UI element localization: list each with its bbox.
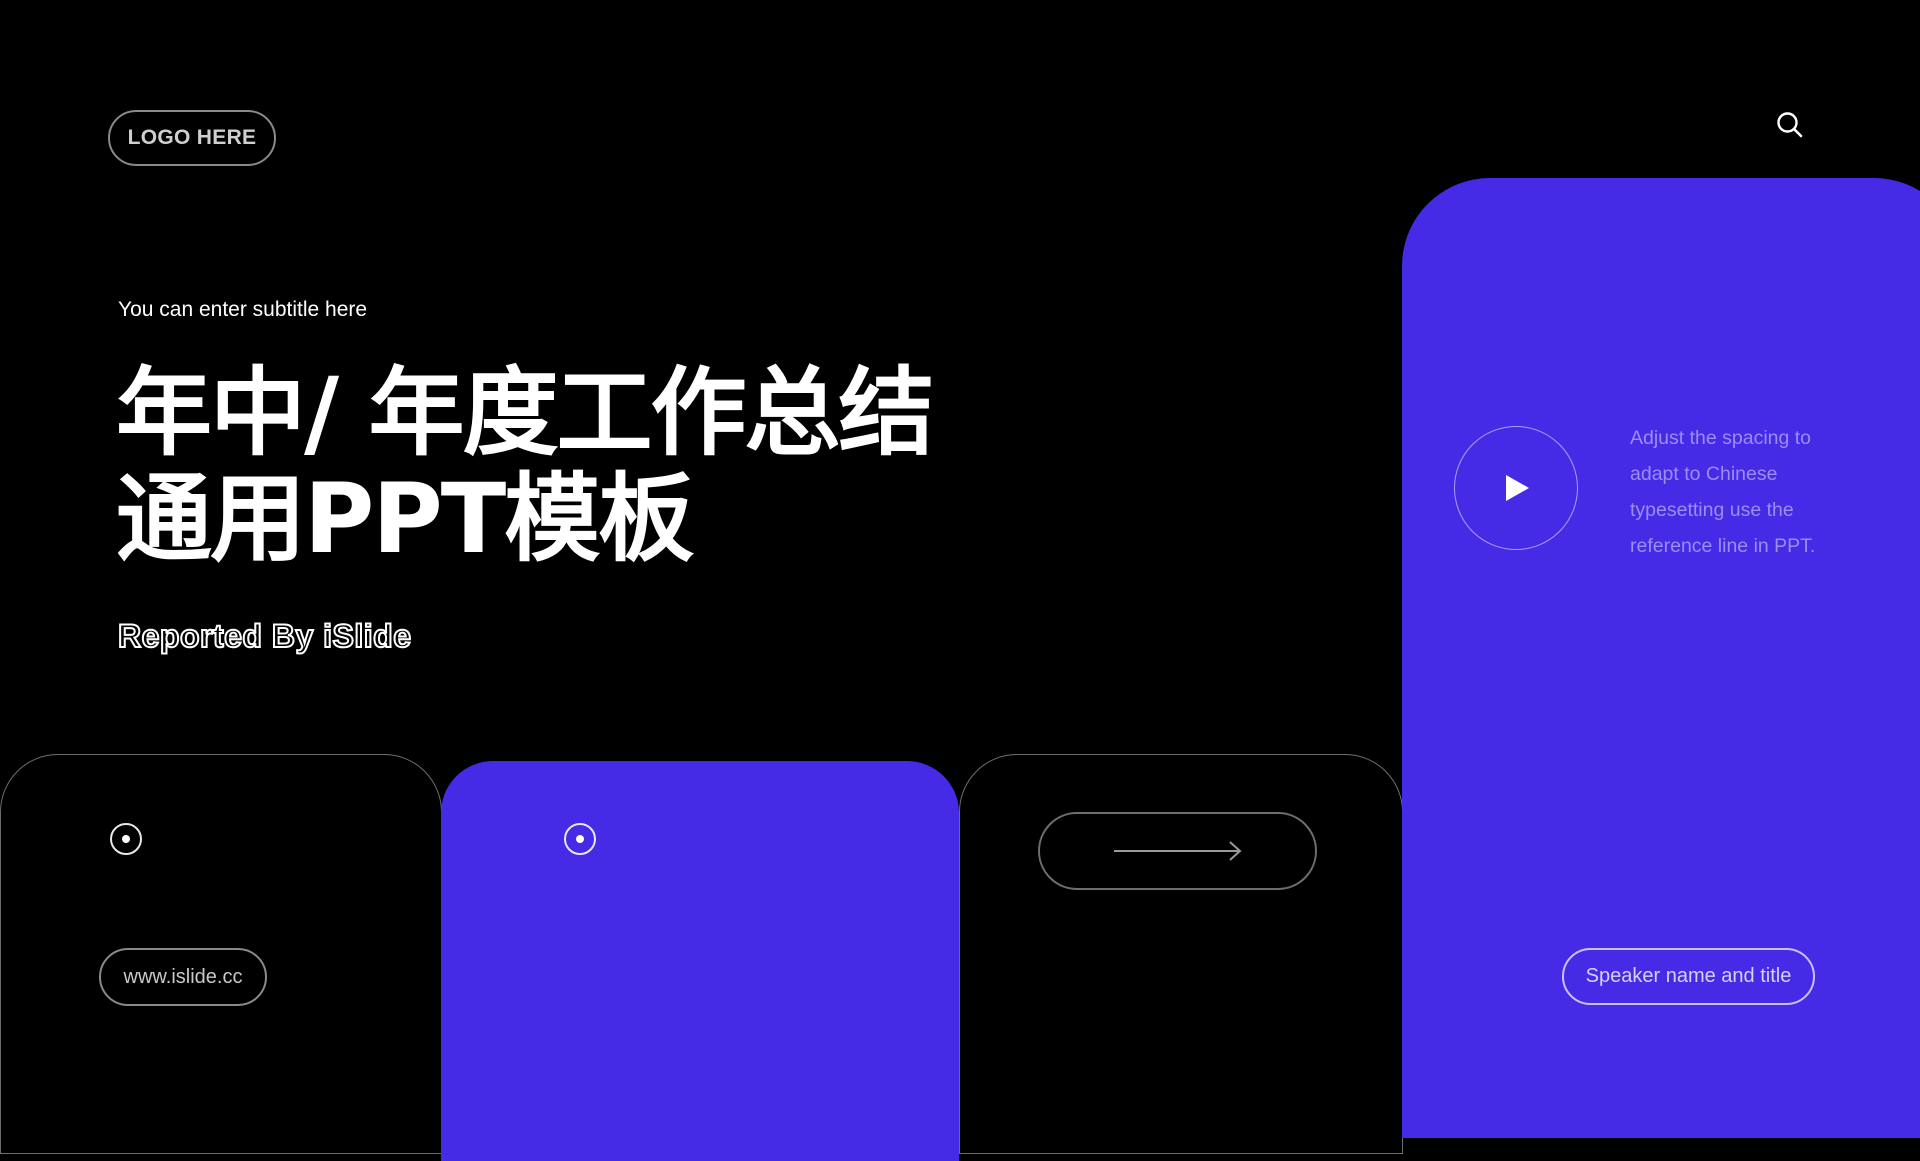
card-purple-middle bbox=[441, 761, 959, 1161]
target-dot-icon bbox=[110, 823, 142, 855]
search-icon[interactable] bbox=[1775, 110, 1805, 140]
title-line-2: 通用PPT模板 bbox=[116, 463, 694, 575]
subtitle: You can enter subtitle here bbox=[118, 298, 368, 321]
next-arrow-button[interactable] bbox=[1038, 812, 1317, 890]
description-line: adapt to Chinese bbox=[1630, 463, 1778, 485]
speaker-badge[interactable]: Speaker name and title bbox=[1562, 948, 1815, 1005]
description-line: Adjust the spacing to bbox=[1630, 427, 1812, 449]
title-line-1: 年中/ 年度工作总结 bbox=[116, 357, 934, 469]
arrow-right-icon bbox=[1113, 841, 1241, 861]
target-dot-icon bbox=[564, 823, 596, 855]
description-line: typesetting use the bbox=[1630, 499, 1794, 521]
speaker-label: Speaker name and title bbox=[1585, 965, 1792, 987]
website-link[interactable]: www.islide.cc bbox=[99, 948, 267, 1006]
logo-label: LOGO HERE bbox=[127, 126, 257, 149]
logo-badge[interactable]: LOGO HERE bbox=[108, 110, 276, 166]
website-label: www.islide.cc bbox=[123, 965, 243, 988]
reported-by: Reported By iSlide bbox=[117, 617, 412, 655]
page-title: 年中/ 年度工作总结 通用PPT模板 bbox=[116, 357, 934, 575]
panel-description: Adjust the spacing to adapt to Chinese t… bbox=[1630, 420, 1870, 564]
play-button[interactable] bbox=[1454, 426, 1578, 550]
description-line: reference line in PPT. bbox=[1630, 535, 1816, 557]
play-icon bbox=[1506, 475, 1529, 501]
